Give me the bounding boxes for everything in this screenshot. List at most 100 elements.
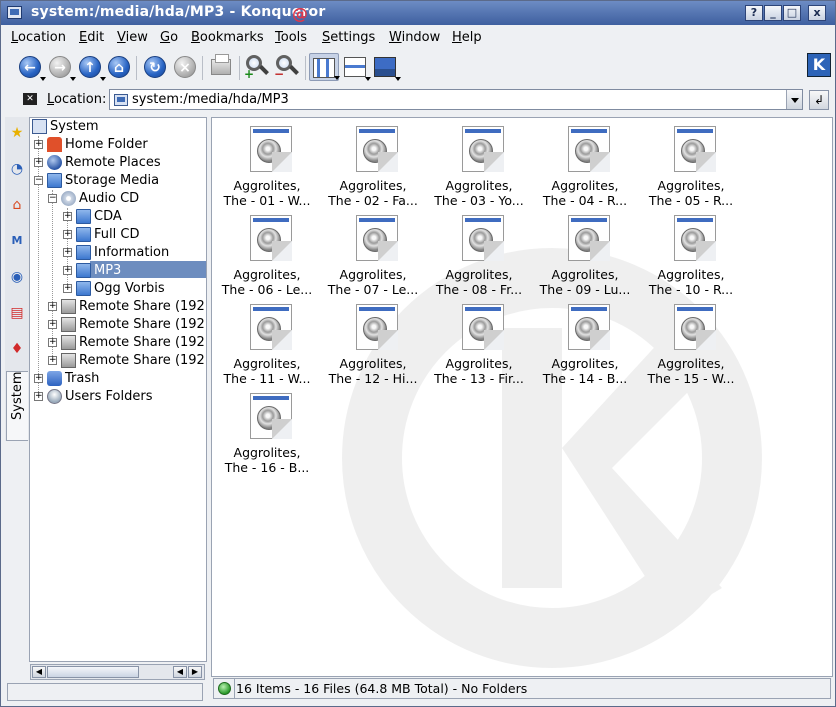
- expand-icon[interactable]: +: [34, 140, 43, 149]
- network-share-icon: [61, 299, 76, 314]
- scroll-left-icon[interactable]: ◀: [32, 666, 46, 678]
- konqueror-window: system:/media/hda/MP3 - Konqueror @ ? _ …: [0, 0, 836, 707]
- tree-horizontal-scrollbar[interactable]: ◀ ◀ ▶: [30, 664, 205, 680]
- file-item[interactable]: Aggrolites, The - 04 - R...: [534, 118, 636, 208]
- tab-history[interactable]: ◔: [6, 155, 28, 185]
- file-name-line1: Aggrolites,: [233, 267, 301, 282]
- location-history-dropdown[interactable]: [786, 90, 802, 109]
- reload-button[interactable]: ↻: [141, 53, 169, 81]
- file-item[interactable]: Aggrolites, The - 14 - B...: [534, 296, 636, 386]
- print-button[interactable]: [207, 53, 235, 81]
- file-item[interactable]: Aggrolites, The - 12 - Hi...: [322, 296, 424, 386]
- tab-home[interactable]: ⌂: [6, 191, 28, 221]
- bookmarks-icon: ★: [10, 125, 24, 141]
- tab-services[interactable]: M: [6, 227, 28, 257]
- collapse-icon[interactable]: −: [48, 194, 57, 203]
- tab-root-folder[interactable]: ▤: [6, 299, 28, 329]
- expand-icon[interactable]: +: [48, 356, 57, 365]
- file-icon-view[interactable]: Aggrolites, The - 01 - W... Aggrolites, The…: [211, 117, 833, 677]
- tab-network[interactable]: ◉: [6, 263, 28, 293]
- window-menu-icon[interactable]: [7, 6, 22, 19]
- zoom-in-button[interactable]: +: [244, 53, 272, 81]
- expand-icon[interactable]: +: [63, 230, 72, 239]
- folder-icon: [76, 209, 91, 224]
- scrollbar-thumb[interactable]: [47, 666, 139, 678]
- folder-icon: [76, 227, 91, 242]
- menu-settings[interactable]: Settings: [322, 30, 375, 45]
- menu-view[interactable]: View: [117, 30, 148, 45]
- expand-icon[interactable]: +: [63, 266, 72, 275]
- menu-go[interactable]: Go: [160, 30, 178, 45]
- file-name-line1: Aggrolites,: [551, 356, 619, 371]
- file-name-line1: Aggrolites,: [339, 178, 407, 193]
- tab-media[interactable]: ♦: [6, 335, 28, 365]
- file-item[interactable]: Aggrolites, The - 07 - Le...: [322, 207, 424, 297]
- back-button[interactable]: ←: [16, 53, 46, 81]
- file-item[interactable]: Aggrolites, The - 08 - Fr...: [428, 207, 530, 297]
- up-button[interactable]: ↑: [76, 53, 106, 81]
- file-name-line2: The - 03 - Yo...: [434, 193, 524, 208]
- icon-view-button[interactable]: [309, 53, 340, 81]
- expand-icon[interactable]: +: [34, 374, 43, 383]
- expand-icon[interactable]: +: [63, 248, 72, 257]
- kde-logo-icon[interactable]: K: [807, 53, 831, 77]
- network-icon: ◉: [10, 269, 24, 285]
- expand-icon[interactable]: +: [63, 212, 72, 221]
- file-item[interactable]: Aggrolites, The - 15 - W...: [640, 296, 742, 386]
- go-button[interactable]: ↲: [809, 90, 829, 110]
- audio-file-icon: [462, 215, 504, 261]
- title-bar[interactable]: system:/media/hda/MP3 - Konqueror @ ? _ …: [1, 1, 835, 25]
- file-name-line2: The - 12 - Hi...: [328, 371, 418, 386]
- expand-icon[interactable]: +: [48, 338, 57, 347]
- history-icon: ◔: [10, 161, 24, 177]
- file-item[interactable]: Aggrolites, The - 05 - R...: [640, 118, 742, 208]
- scroll-right-icon[interactable]: ▶: [188, 666, 202, 678]
- home-button[interactable]: ⌂: [105, 53, 133, 81]
- file-item[interactable]: Aggrolites, The - 02 - Fa...: [322, 118, 424, 208]
- clear-location-icon[interactable]: ✕: [23, 93, 37, 105]
- expand-icon[interactable]: +: [48, 302, 57, 311]
- file-item[interactable]: Aggrolites, The - 11 - W...: [216, 296, 318, 386]
- folder-tree[interactable]: System + Home Folder + Remote Places − S…: [29, 117, 207, 662]
- close-button[interactable]: x: [808, 5, 826, 21]
- image-view-button[interactable]: [371, 53, 401, 81]
- stop-button[interactable]: ×: [171, 53, 199, 81]
- expand-icon[interactable]: +: [48, 320, 57, 329]
- file-item[interactable]: Aggrolites, The - 16 - B...: [216, 385, 318, 475]
- window-title: system:/media/hda/MP3 - Konqueror: [31, 4, 326, 20]
- file-item[interactable]: Aggrolites, The - 13 - Fir...: [428, 296, 530, 386]
- help-window-button[interactable]: ?: [745, 5, 763, 21]
- location-input[interactable]: system:/media/hda/MP3: [109, 89, 803, 110]
- expand-icon[interactable]: +: [63, 284, 72, 293]
- maximize-button[interactable]: □: [783, 5, 801, 21]
- audio-file-icon: [674, 215, 716, 261]
- reload-icon: ↻: [144, 56, 166, 78]
- forward-button[interactable]: →: [46, 53, 76, 81]
- expand-icon[interactable]: +: [34, 392, 43, 401]
- menu-help[interactable]: Help: [452, 30, 482, 45]
- file-item[interactable]: Aggrolites, The - 06 - Le...: [216, 207, 318, 297]
- zoom-out-button[interactable]: −: [274, 53, 302, 81]
- audio-cd-icon: [61, 191, 76, 206]
- audio-file-icon: [250, 126, 292, 172]
- menu-location[interactable]: Location: [11, 30, 66, 45]
- minimize-button[interactable]: _: [764, 5, 782, 21]
- menu-window[interactable]: Window: [389, 30, 440, 45]
- file-name-line1: Aggrolites,: [233, 445, 301, 460]
- menu-tools[interactable]: Tools: [275, 30, 307, 45]
- menu-bookmarks[interactable]: Bookmarks: [191, 30, 264, 45]
- menu-edit[interactable]: Edit: [79, 30, 104, 45]
- file-item[interactable]: Aggrolites, The - 03 - Yo...: [428, 118, 530, 208]
- file-item[interactable]: Aggrolites, The - 09 - Lu...: [534, 207, 636, 297]
- tab-system[interactable]: System: [6, 371, 28, 441]
- file-name-line1: Aggrolites,: [657, 356, 725, 371]
- expand-icon[interactable]: +: [34, 158, 43, 167]
- location-value[interactable]: system:/media/hda/MP3: [132, 92, 289, 107]
- collapse-icon[interactable]: −: [34, 176, 43, 185]
- file-item[interactable]: Aggrolites, The - 01 - W...: [216, 118, 318, 208]
- scroll-left-icon[interactable]: ◀: [173, 666, 187, 678]
- audio-file-icon: [250, 304, 292, 350]
- tree-view-button[interactable]: [341, 53, 371, 81]
- file-item[interactable]: Aggrolites, The - 10 - R...: [640, 207, 742, 297]
- tab-bookmarks[interactable]: ★: [6, 119, 28, 149]
